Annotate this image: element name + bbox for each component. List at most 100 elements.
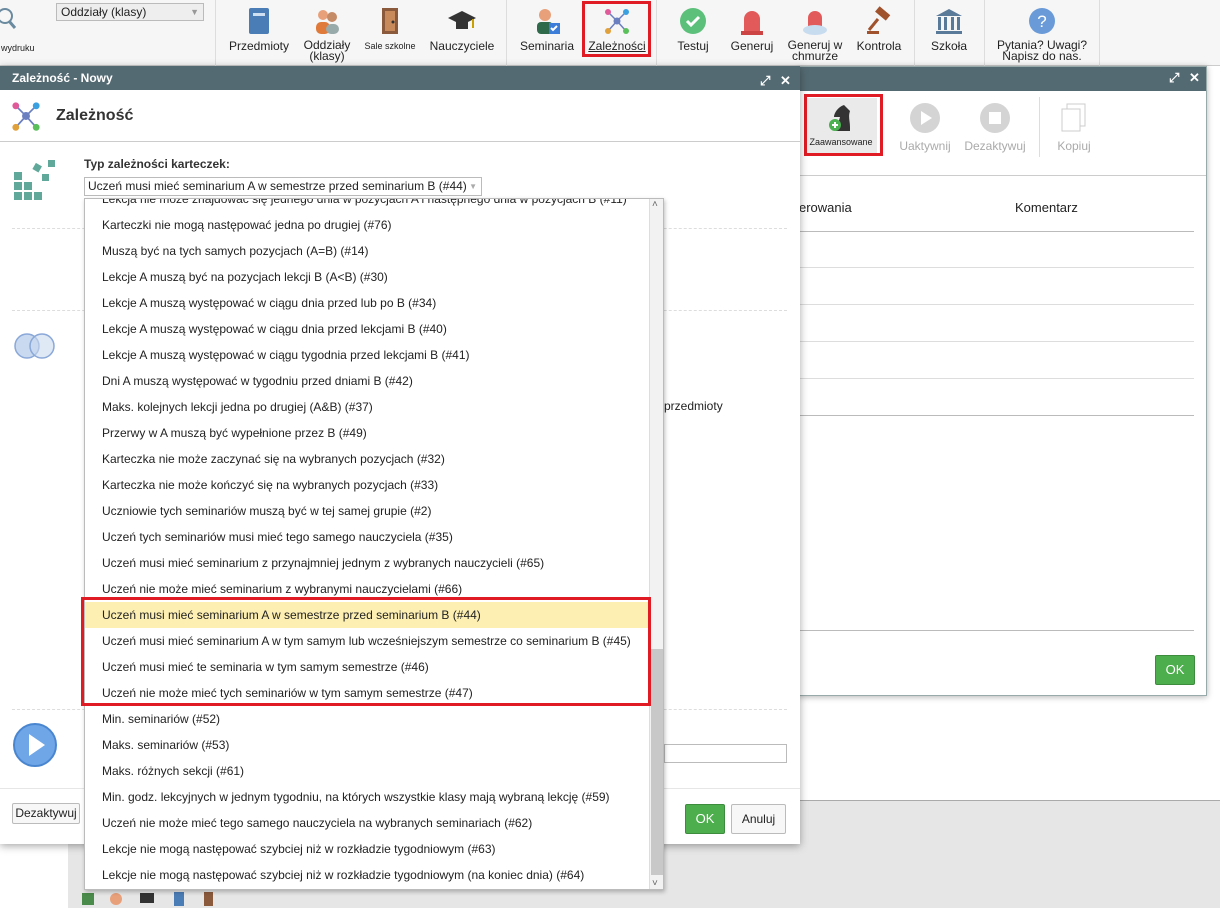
close-icon[interactable]: ✕	[780, 69, 791, 93]
dropdown-option[interactable]: Lekcja nie może znajdować się jednego dn…	[85, 199, 663, 212]
ok-button[interactable]: OK	[685, 804, 725, 834]
bg-column-comment: Komentarz	[1015, 200, 1078, 215]
dropdown-option[interactable]: Maks. kolejnych lekcji jedna po drugiej …	[85, 394, 663, 420]
toolbar-generate-button[interactable]: Generuj	[726, 0, 778, 66]
main-toolbar: wydruku Oddziały (klasy) ▼ Przedmioty Od…	[0, 0, 1220, 66]
book-icon	[249, 8, 269, 34]
cancel-button[interactable]: Anuluj	[731, 804, 786, 834]
maximize-icon[interactable]: ⤢	[760, 69, 770, 93]
dropdown-option[interactable]: Przerwy w A muszą być wypełnione przez B…	[85, 420, 663, 446]
dropdown-scrollbar[interactable]: ˄ ˅	[649, 199, 663, 889]
class-filter-select[interactable]: Oddziały (klasy) ▼	[56, 3, 204, 21]
bg-copy-button[interactable]: Kopiuj	[1049, 101, 1099, 153]
chevron-down-icon: ▼	[469, 182, 477, 191]
person-icon	[110, 893, 122, 905]
dependency-type-dropdown[interactable]: Lekcja nie może znajdować się jednego dn…	[84, 198, 664, 890]
test-label: Testuj	[677, 39, 709, 53]
dropdown-option[interactable]: Karteczki nie mogą następować jedna po d…	[85, 212, 663, 238]
dropdown-option[interactable]: Lekcje A muszą być na pozycjach lekcji B…	[85, 264, 663, 290]
toolbar-subjects-button[interactable]: Przedmioty	[226, 0, 292, 66]
type-select[interactable]: Uczeń musi mieć seminarium A w semestrze…	[84, 177, 482, 196]
generate-label: Generuj	[730, 39, 774, 53]
toolbar-teachers-button[interactable]: Nauczyciele	[426, 0, 498, 66]
dialog-title: Zależność - Nowy	[12, 71, 113, 85]
deactivate-label: Dezaktywuj	[964, 139, 1026, 153]
dropdown-option[interactable]: Lekcje nie mogą następować szybciej niż …	[85, 836, 663, 862]
background-dependencies-window: ⤢ ✕ Zaawansowane Uaktywnij Dezaktywuj Ko…	[798, 66, 1207, 696]
seminars-label: Seminaria	[519, 39, 575, 53]
dialog-titlebar: Zależność - Nowy ⤢ ✕	[0, 66, 800, 90]
dropdown-option[interactable]: Uczeń nie może mieć tego samego nauczyci…	[85, 810, 663, 836]
cards-icon	[14, 160, 55, 200]
seminar-student-icon	[537, 9, 560, 34]
dropdown-option[interactable]: Uczeń musi mieć seminarium z przynajmnie…	[85, 550, 663, 576]
activate-label: Uaktywnij	[899, 139, 951, 153]
dependencies-highlight	[582, 1, 651, 57]
bg-activate-button[interactable]: Uaktywnij	[895, 101, 955, 153]
svg-text:?: ?	[1037, 12, 1046, 31]
school-label: Szkoła	[930, 39, 968, 53]
bg-ok-button[interactable]: OK	[1155, 655, 1195, 685]
graduation-cap-icon	[448, 11, 476, 29]
dropdown-option[interactable]: Lekcje nie mogą następować szybciej niż …	[85, 862, 663, 888]
stop-icon	[980, 103, 1010, 133]
teachers-label: Nauczyciele	[429, 39, 495, 53]
bottom-input[interactable]	[664, 744, 787, 763]
dropdown-options: Lekcja nie może znajdować się jednego dn…	[85, 199, 663, 888]
bg-column-order: erowania	[799, 200, 852, 215]
toolbar-rooms-button[interactable]: Sale szkolne	[360, 0, 420, 66]
print-label[interactable]: wydruku	[1, 43, 35, 53]
bg-deactivate-button[interactable]: Dezaktywuj	[961, 101, 1029, 153]
dropdown-option[interactable]: Karteczka nie może kończyć się na wybran…	[85, 472, 663, 498]
feedback-label: Pytania? Uwagi? Napisz do nas.	[996, 38, 1088, 63]
control-label: Kontrola	[856, 39, 902, 53]
dropdown-option[interactable]: Muszą być na tych samych pozycjach (A=B)…	[85, 238, 663, 264]
dropdown-option[interactable]: Uczeń tych seminariów musi mieć tego sam…	[85, 524, 663, 550]
dropdown-option[interactable]: Maks. różnych sekcji (#61)	[85, 758, 663, 784]
cap-icon	[140, 893, 154, 903]
bg-ok-label: OK	[1165, 662, 1185, 677]
scrollbar-thumb[interactable]	[651, 649, 663, 875]
play-icon[interactable]	[12, 722, 58, 768]
dropdown-option[interactable]: Min. godz. lekcyjnych w jednym tygodniu,…	[85, 784, 663, 810]
toolbar-seminars-button[interactable]: Seminaria	[514, 0, 580, 66]
door-small-icon	[204, 892, 213, 906]
students-icon	[316, 10, 339, 34]
dropdown-option[interactable]: Maks. seminariów (#53)	[85, 732, 663, 758]
door-icon	[382, 8, 398, 34]
book-small-icon	[174, 892, 184, 906]
toolbar-control-button[interactable]: Kontrola	[852, 0, 906, 66]
class-filter-value: Oddziały (klasy)	[61, 5, 147, 19]
classes-label: Oddziały (klasy)	[303, 38, 351, 63]
advanced-highlight	[804, 94, 883, 156]
dropdown-option[interactable]: Karteczka nie może zaczynać się na wybra…	[85, 446, 663, 472]
subjects-label: Przedmioty	[228, 39, 290, 53]
venn-icon	[14, 333, 55, 359]
maximize-icon[interactable]: ⤢	[1169, 70, 1179, 86]
dropdown-option[interactable]: Dni A muszą występować w tygodniu przed …	[85, 368, 663, 394]
alarm-light-icon	[741, 11, 763, 35]
scroll-down-icon[interactable]: ˅	[652, 878, 658, 889]
cloud-alarm-icon	[803, 11, 827, 35]
toolbar-test-button[interactable]: Testuj	[666, 0, 720, 66]
toolbar-school-button[interactable]: Szkoła	[922, 0, 976, 66]
type-select-value: Uczeń musi mieć seminarium A w semestrze…	[88, 179, 467, 193]
dropdown-option[interactable]: Uczniowie tych seminariów muszą być w te…	[85, 498, 663, 524]
dropdown-option[interactable]: Lekcje A muszą występować w ciągu dnia p…	[85, 316, 663, 342]
scroll-up-icon[interactable]: ˄	[652, 199, 658, 210]
toolbar-generate-cloud-button[interactable]: Generuj w chmurze	[784, 0, 846, 66]
copy-label: Kopiuj	[1057, 139, 1091, 153]
deactivate-button[interactable]: Dezaktywuj	[12, 803, 80, 824]
dropdown-option[interactable]: Lekcje A muszą występować w ciągu dnia p…	[85, 290, 663, 316]
play-icon	[910, 103, 940, 133]
toolbar-feedback-button[interactable]: ? Pytania? Uwagi? Napisz do nas.	[994, 0, 1090, 66]
dialog-heading: Zależność	[56, 107, 134, 124]
dropdown-option[interactable]: Min. seminariów (#52)	[85, 706, 663, 732]
subjects-partial-text: przedmioty	[664, 399, 723, 413]
toolbar-classes-button[interactable]: Oddziały (klasy)	[298, 0, 356, 66]
print-preview-icon[interactable]	[0, 4, 20, 34]
close-icon[interactable]: ✕	[1189, 70, 1200, 86]
copy-icon	[1061, 103, 1086, 132]
dropdown-option[interactable]: Lekcje A muszą występować w ciągu tygodn…	[85, 342, 663, 368]
rooms-label: Sale szkolne	[364, 41, 416, 51]
